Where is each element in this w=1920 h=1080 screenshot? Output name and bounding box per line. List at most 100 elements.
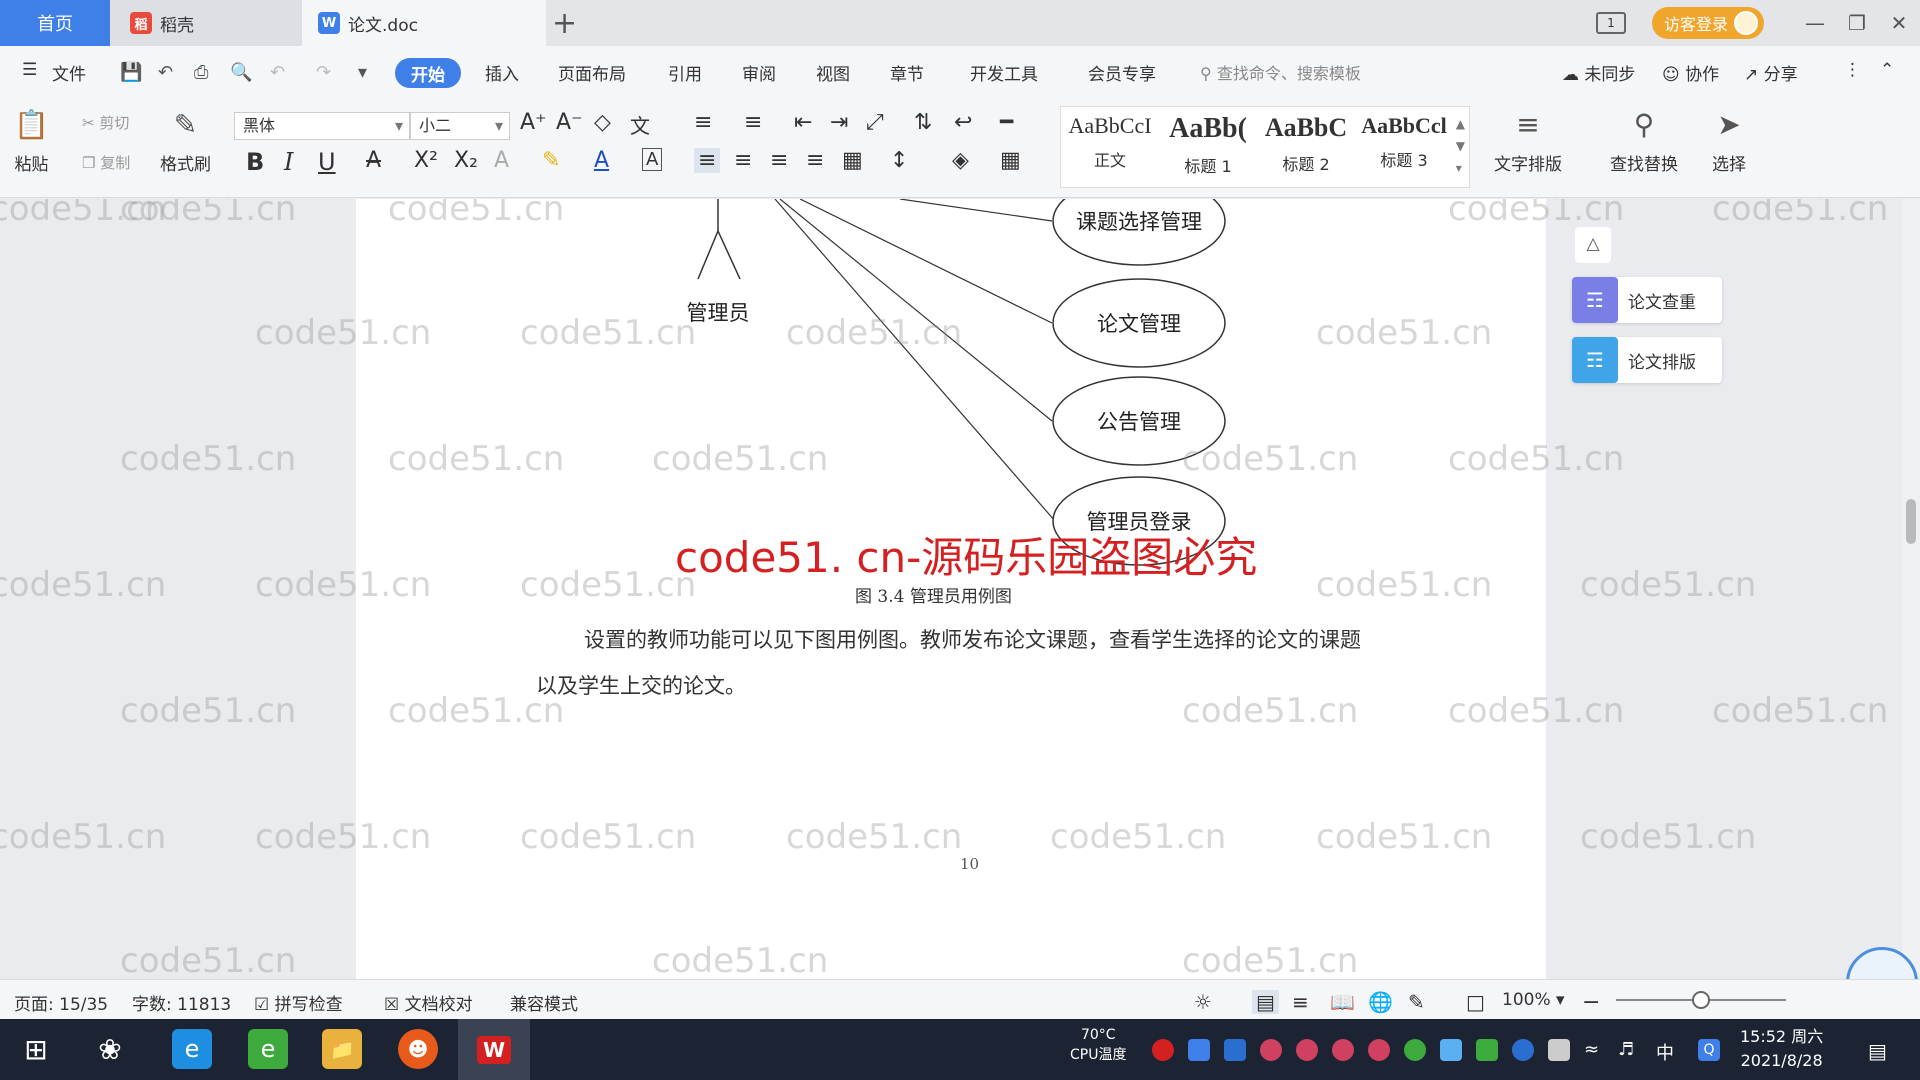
- app-avatar-icon[interactable]: ☻: [398, 1029, 438, 1069]
- select-button[interactable]: ➤ 选择: [1712, 108, 1746, 175]
- tray-app-icon[interactable]: [1260, 1039, 1282, 1061]
- volume-icon[interactable]: ♬: [1618, 1039, 1640, 1061]
- tab-member[interactable]: 会员专享: [1088, 60, 1156, 85]
- style-heading-2[interactable]: AaBbC 标题 2: [1257, 107, 1355, 187]
- text-layout-button[interactable]: ≡ 文字排版: [1494, 108, 1562, 175]
- scrollbar-thumb[interactable]: [1906, 499, 1916, 544]
- share-button[interactable]: ↗ 分享: [1744, 60, 1798, 85]
- tab-docer[interactable]: 稻 稻壳: [110, 0, 302, 46]
- wifi-icon[interactable]: ≈: [1584, 1039, 1606, 1061]
- phonetic-icon[interactable]: 文: [630, 110, 650, 139]
- system-clock[interactable]: 15:52 周六 2021/8/28: [1740, 1025, 1823, 1073]
- print-icon[interactable]: ⎙: [194, 62, 216, 83]
- sync-button[interactable]: ☁ 未同步: [1562, 60, 1635, 85]
- tab-document[interactable]: W 论文.doc: [302, 0, 546, 46]
- clear-format-icon[interactable]: ◇: [594, 110, 611, 135]
- tray-app-icon[interactable]: [1368, 1039, 1390, 1061]
- eye-protect-icon[interactable]: ☼: [1194, 990, 1212, 1014]
- decrease-indent-icon[interactable]: ⇤: [794, 110, 812, 135]
- page-view-icon[interactable]: ▤: [1252, 990, 1279, 1014]
- tab-view[interactable]: 视图: [816, 60, 850, 85]
- font-size-select[interactable]: 小二 ▾: [410, 112, 510, 140]
- paste-button[interactable]: 📋 粘贴: [14, 108, 49, 175]
- panel-collapse-icon[interactable]: △: [1575, 227, 1611, 263]
- restore-icon[interactable]: ❐: [1836, 11, 1878, 35]
- shading-icon[interactable]: ◈: [952, 148, 969, 173]
- superscript-icon[interactable]: X²: [414, 148, 438, 173]
- nvidia-icon[interactable]: [1476, 1039, 1498, 1061]
- file-explorer-icon[interactable]: 📁: [322, 1029, 362, 1069]
- quick-access-dropdown-icon[interactable]: ▾: [358, 62, 380, 83]
- ie-browser-icon[interactable]: e: [172, 1029, 212, 1069]
- subscript-icon[interactable]: X₂: [454, 148, 478, 173]
- pinwheel-app-icon[interactable]: ❀: [90, 1029, 130, 1069]
- tab-references[interactable]: 引用: [668, 60, 702, 85]
- redo-icon[interactable]: ↷: [316, 62, 338, 83]
- close-icon[interactable]: ✕: [1878, 11, 1920, 35]
- new-tab-button[interactable]: +: [552, 6, 577, 41]
- search-icon[interactable]: Q: [1698, 1039, 1720, 1061]
- tab-developer[interactable]: 开发工具: [970, 60, 1038, 85]
- hamburger-icon[interactable]: ☰: [22, 60, 37, 80]
- tab-page-layout[interactable]: 页面布局: [558, 60, 626, 85]
- italic-icon[interactable]: I: [284, 148, 293, 176]
- thesis-check-button[interactable]: ☶ 论文查重: [1572, 277, 1722, 323]
- tab-chapter[interactable]: 章节: [890, 60, 924, 85]
- guest-login-button[interactable]: 访客登录: [1651, 7, 1764, 39]
- char-border-icon[interactable]: A: [642, 148, 663, 171]
- tab-ruler-icon[interactable]: ━: [1000, 110, 1013, 135]
- font-name-select[interactable]: 黑体 ▾: [234, 112, 410, 140]
- tab-home[interactable]: 首页: [0, 0, 110, 46]
- zoom-out-icon[interactable]: −: [1582, 990, 1600, 1015]
- shield-icon[interactable]: [1224, 1039, 1246, 1061]
- styles-scroll-icon[interactable]: ▲ ▼ ▾: [1456, 113, 1465, 179]
- zoom-slider-knob[interactable]: [1692, 991, 1710, 1009]
- collapse-ribbon-icon[interactable]: ⌃: [1880, 60, 1894, 80]
- word-count[interactable]: 字数: 11813: [132, 990, 231, 1015]
- distribute-icon[interactable]: ▦: [842, 148, 863, 173]
- menu-file[interactable]: 文件: [52, 60, 86, 85]
- style-heading-3[interactable]: AaBbCcl 标题 3: [1355, 107, 1453, 187]
- ime-indicator[interactable]: 中: [1656, 1039, 1674, 1065]
- copy-button[interactable]: ❐ 复制: [82, 152, 130, 173]
- web-view-icon[interactable]: 🌐: [1368, 990, 1393, 1014]
- show-marks-icon[interactable]: ↩: [954, 110, 972, 135]
- bluetooth-icon[interactable]: [1512, 1039, 1534, 1061]
- tab-insert[interactable]: 插入: [485, 60, 519, 85]
- highlight-icon[interactable]: ✎: [542, 148, 560, 173]
- page-view-icon[interactable]: 1: [1595, 12, 1626, 34]
- save-icon[interactable]: 💾: [120, 62, 142, 83]
- more-icon[interactable]: ⋮: [1844, 60, 1861, 80]
- notification-icon[interactable]: ▤: [1868, 1039, 1890, 1063]
- tray-app-icon[interactable]: [1296, 1039, 1318, 1061]
- cpu-temp-widget[interactable]: 70°C CPU温度: [1070, 1025, 1126, 1065]
- numbered-list-icon[interactable]: ≡: [744, 110, 762, 135]
- align-right-icon[interactable]: ≡: [770, 148, 788, 173]
- tray-app-icon[interactable]: [1404, 1039, 1426, 1061]
- text-effect-icon[interactable]: A: [494, 148, 509, 173]
- windows-start-icon[interactable]: ⊞: [16, 1029, 56, 1069]
- fit-page-icon[interactable]: □: [1466, 990, 1485, 1014]
- justify-icon[interactable]: ≡: [806, 148, 824, 173]
- print-preview-icon[interactable]: 🔍: [230, 62, 252, 83]
- collaborate-button[interactable]: ☺ 协作: [1662, 60, 1719, 85]
- find-replace-button[interactable]: ⚲ 查找替换: [1610, 108, 1678, 175]
- tray-app-icon[interactable]: [1152, 1039, 1174, 1061]
- strikethrough-icon[interactable]: A: [366, 148, 381, 173]
- pen-icon[interactable]: ✎: [1408, 990, 1425, 1014]
- bullet-list-icon[interactable]: ≡: [694, 110, 712, 135]
- shrink-font-icon[interactable]: A⁻: [556, 110, 583, 135]
- grow-font-icon[interactable]: A⁺: [520, 110, 547, 135]
- command-search[interactable]: ⚲ 查找命令、搜索模板: [1200, 60, 1361, 84]
- body-paragraph[interactable]: 设置的教师功能可以见下图用例图。教师发布论文课题，查看学生选择的论文的课题以及学…: [536, 617, 1366, 709]
- align-left-icon[interactable]: ≡: [694, 148, 721, 173]
- bold-icon[interactable]: B: [246, 148, 264, 176]
- font-color-icon[interactable]: A: [594, 148, 609, 173]
- underline-icon[interactable]: U: [318, 148, 336, 176]
- cut-button[interactable]: ✂ 剪切: [82, 112, 129, 133]
- page-count[interactable]: 页面: 15/35: [14, 990, 108, 1015]
- reading-view-icon[interactable]: 📖: [1330, 990, 1355, 1014]
- tray-app-icon[interactable]: [1188, 1039, 1210, 1061]
- tray-app-icon[interactable]: [1332, 1039, 1354, 1061]
- format-painter-button[interactable]: ✎ 格式刷: [160, 108, 211, 175]
